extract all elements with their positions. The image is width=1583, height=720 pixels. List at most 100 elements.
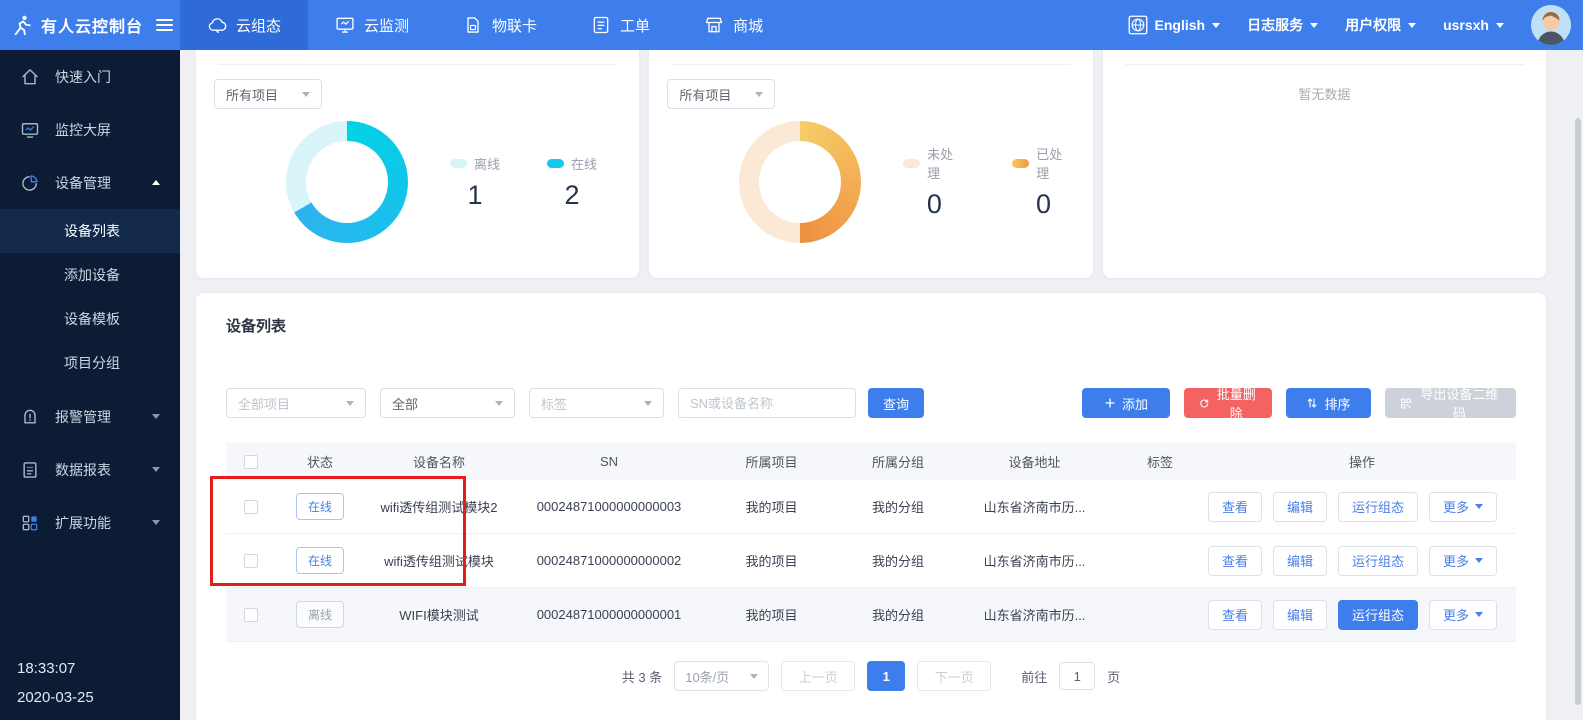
sidebar: 快速入门 监控大屏 设备管理 设备列表 添加设备 设备模板 项目分组 报警管理 [0, 50, 180, 720]
caret-down-icon [750, 674, 758, 679]
tab-work-order[interactable]: 工单 [564, 0, 677, 50]
avatar[interactable] [1531, 5, 1571, 45]
view-button[interactable]: 查看 [1208, 600, 1262, 630]
home-icon [20, 67, 40, 87]
device-status-donut-chart [286, 121, 408, 243]
sidebar-item-data-report[interactable]: 数据报表 [0, 443, 180, 496]
legend-processed: 已处理 0 [1012, 144, 1074, 220]
caret-down-icon [495, 401, 503, 406]
overview-cards: 所有项目 离线 1 在线 [196, 50, 1546, 278]
user-permission-menu[interactable]: 用户权限 [1345, 15, 1416, 35]
legend-offline: 离线 1 [450, 154, 500, 211]
total-count: 共 3 条 [622, 667, 662, 686]
device-chart-project-select[interactable]: 所有项目 [214, 79, 322, 109]
work-order-icon [591, 15, 611, 35]
app-window: 有人云控制台 云组态 云监测 物联卡 工单 商城 [0, 0, 1583, 720]
sidebar-item-device-template[interactable]: 设备模板 [0, 297, 180, 341]
table-row: 在线 wifi透传组测试模块 00024871000000000002 我的项目… [226, 534, 1516, 588]
page-number-1[interactable]: 1 [867, 661, 905, 691]
row-checkbox[interactable] [244, 500, 258, 514]
filter-toolbar: 全部项目 全部 标签 查询 [226, 388, 1516, 418]
sim-card-icon [463, 15, 483, 35]
tab-cloud-monitor[interactable]: 云监测 [308, 0, 436, 50]
more-button[interactable]: 更多 [1429, 492, 1497, 522]
more-button[interactable]: 更多 [1429, 546, 1497, 576]
status-badge: 离线 [296, 601, 344, 628]
status-filter-select[interactable]: 全部 [380, 388, 515, 418]
tab-store[interactable]: 商城 [677, 0, 790, 50]
project-filter-select[interactable]: 全部项目 [226, 388, 366, 418]
sidebar-item-project-group[interactable]: 项目分组 [0, 341, 180, 385]
page-size-select[interactable]: 10条/页 [674, 661, 769, 691]
device-project: 我的项目 [704, 551, 839, 570]
sidebar-item-device-list[interactable]: 设备列表 [0, 209, 180, 253]
sort-button[interactable]: 排序 [1286, 388, 1371, 418]
legend-online: 在线 2 [547, 154, 597, 211]
device-name: WIFI模块测试 [364, 605, 514, 624]
language-menu[interactable]: English [1128, 15, 1221, 35]
batch-delete-button[interactable]: 批量删除 [1184, 388, 1272, 418]
search-input[interactable] [678, 388, 856, 418]
add-device-button[interactable]: 添加 [1082, 388, 1170, 418]
sidebar-clock: 18:33:07 2020-03-25 [17, 654, 94, 713]
device-table: 状态 设备名称 SN 所属项目 所属分组 设备地址 标签 操作 在线 wifi透… [226, 442, 1516, 642]
caret-down-icon [1475, 558, 1483, 563]
legend-unprocessed: 未处理 0 [903, 144, 965, 220]
device-mgmt-icon [20, 173, 40, 193]
unprocessed-count: 0 [903, 189, 965, 220]
caret-down-icon [1408, 23, 1416, 28]
username-menu[interactable]: usrsxh [1443, 17, 1504, 33]
card-divider [1125, 50, 1524, 65]
row-checkbox[interactable] [244, 608, 258, 622]
offline-count: 1 [450, 180, 500, 211]
caret-down-icon [1475, 504, 1483, 509]
log-service-menu[interactable]: 日志服务 [1247, 15, 1318, 35]
menu-toggle-icon[interactable] [156, 19, 173, 31]
view-button[interactable]: 查看 [1208, 546, 1262, 576]
caret-down-icon [755, 92, 763, 97]
vertical-scrollbar[interactable] [1575, 118, 1581, 705]
prev-page-button[interactable]: 上一页 [781, 661, 855, 691]
extensions-icon [20, 513, 40, 533]
view-button[interactable]: 查看 [1208, 492, 1262, 522]
sidebar-item-device-mgmt[interactable]: 设备管理 [0, 156, 180, 209]
device-name: wifi透传组测试模块2 [364, 497, 514, 516]
run-scada-button[interactable]: 运行组态 [1338, 600, 1418, 630]
device-name: wifi透传组测试模块 [364, 551, 514, 570]
device-group: 我的分组 [839, 551, 957, 570]
caret-down-icon [152, 414, 160, 419]
plus-icon [1104, 397, 1116, 409]
sidebar-item-extensions[interactable]: 扩展功能 [0, 496, 180, 549]
sidebar-item-quick-start[interactable]: 快速入门 [0, 50, 180, 103]
query-button[interactable]: 查询 [868, 388, 924, 418]
row-checkbox[interactable] [244, 554, 258, 568]
more-button[interactable]: 更多 [1429, 600, 1497, 630]
select-all-checkbox[interactable] [244, 455, 258, 469]
tag-filter-select[interactable]: 标签 [529, 388, 664, 418]
export-qr-button[interactable]: 导出设备二维码 [1385, 388, 1516, 418]
tab-iot-card[interactable]: 物联卡 [436, 0, 564, 50]
screen-icon [20, 120, 40, 140]
top-navbar: 有人云控制台 云组态 云监测 物联卡 工单 商城 [0, 0, 1583, 50]
no-data-text: 暂无数据 [1103, 65, 1546, 103]
edit-button[interactable]: 编辑 [1273, 546, 1327, 576]
sidebar-item-add-device[interactable]: 添加设备 [0, 253, 180, 297]
sort-icon [1306, 397, 1318, 409]
next-page-button[interactable]: 下一页 [917, 661, 991, 691]
device-project: 我的项目 [704, 605, 839, 624]
unprocessed-swatch [903, 159, 920, 168]
clock-time: 18:33:07 [17, 654, 94, 683]
run-scada-button[interactable]: 运行组态 [1338, 546, 1418, 576]
alarm-status-donut-chart [739, 121, 861, 243]
goto-page-input[interactable] [1059, 662, 1095, 690]
alarm-chart-project-select[interactable]: 所有项目 [667, 79, 775, 109]
edit-button[interactable]: 编辑 [1273, 600, 1327, 630]
sidebar-item-dashboard[interactable]: 监控大屏 [0, 103, 180, 156]
offline-swatch [450, 159, 467, 168]
sidebar-item-alarm-mgmt[interactable]: 报警管理 [0, 390, 180, 443]
card-divider [671, 50, 1070, 65]
device-address: 山东省济南市历... [957, 605, 1112, 624]
tab-cloud-scada[interactable]: 云组态 [180, 0, 308, 50]
run-scada-button[interactable]: 运行组态 [1338, 492, 1418, 522]
edit-button[interactable]: 编辑 [1273, 492, 1327, 522]
